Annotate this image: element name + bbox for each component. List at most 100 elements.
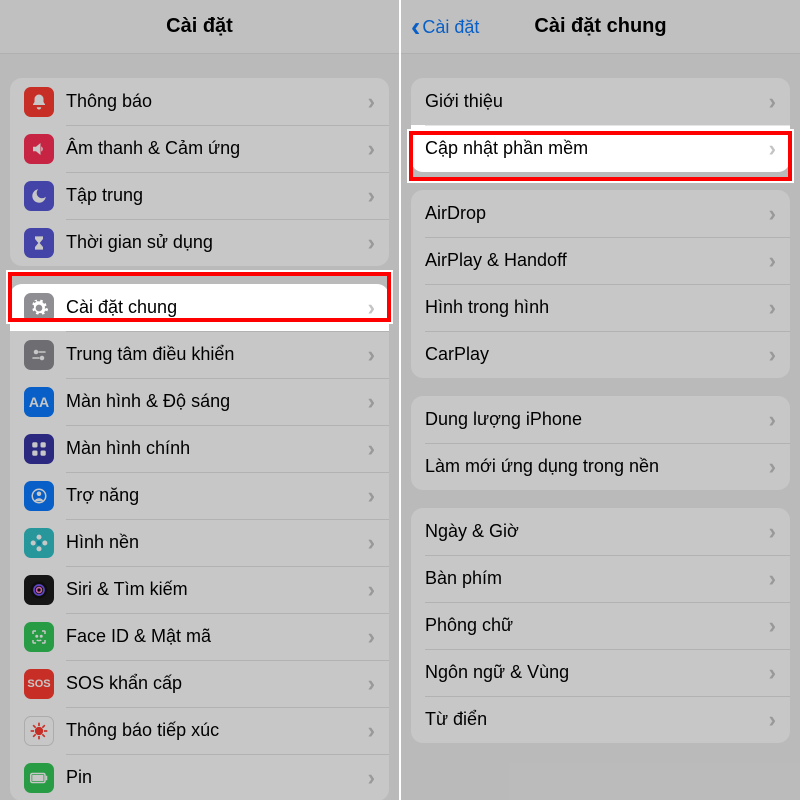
chevron-left-icon: ‹ — [411, 13, 420, 41]
chevron-right-icon: › — [769, 248, 776, 274]
chevron-right-icon: › — [769, 342, 776, 368]
chevron-right-icon: › — [368, 389, 375, 415]
row-battery[interactable]: Pin› — [10, 754, 389, 800]
row-control[interactable]: Trung tâm điều khiển› — [10, 331, 389, 378]
row-label: Màn hình chính — [66, 438, 368, 459]
general-group: AirDrop›AirPlay & Handoff›Hình trong hìn… — [411, 190, 790, 378]
row-label: SOS khẩn cấp — [66, 673, 368, 694]
chevron-right-icon: › — [368, 436, 375, 462]
row-access[interactable]: Trợ năng› — [10, 472, 389, 519]
row-focus[interactable]: Tập trung› — [10, 172, 389, 219]
person-icon — [24, 481, 54, 511]
settings-group: Thông báo›Âm thanh & Cảm ứng›Tập trung›T… — [10, 78, 389, 266]
row-home[interactable]: Màn hình chính› — [10, 425, 389, 472]
flower-icon — [24, 528, 54, 558]
row-storage[interactable]: Dung lượng iPhone› — [411, 396, 790, 443]
chevron-right-icon: › — [769, 89, 776, 115]
row-label: Thông báo tiếp xúc — [66, 720, 368, 741]
chevron-right-icon: › — [769, 454, 776, 480]
row-label: Tập trung — [66, 185, 368, 206]
settings-group: Cài đặt chung›Trung tâm điều khiển›AAMàn… — [10, 284, 389, 800]
settings-title: Cài đặt — [166, 15, 233, 38]
row-label: Màn hình & Độ sáng — [66, 391, 368, 412]
row-update[interactable]: Cập nhật phần mềm› — [411, 125, 790, 172]
row-font[interactable]: Phông chữ› — [411, 602, 790, 649]
row-airplay[interactable]: AirPlay & Handoff› — [411, 237, 790, 284]
chevron-right-icon: › — [368, 230, 375, 256]
row-label: Pin — [66, 767, 368, 788]
row-faceid[interactable]: Face ID & Mật mã› — [10, 613, 389, 660]
general-header: ‹ Cài đặt Cài đặt chung — [401, 0, 800, 54]
row-label: Trung tâm điều khiển — [66, 344, 368, 365]
chevron-right-icon: › — [769, 660, 776, 686]
row-datetime[interactable]: Ngày & Giờ› — [411, 508, 790, 555]
row-general[interactable]: Cài đặt chung› — [10, 284, 389, 331]
chevron-right-icon: › — [368, 624, 375, 650]
row-dict[interactable]: Từ điển› — [411, 696, 790, 743]
chevron-right-icon: › — [769, 519, 776, 545]
bell-icon — [24, 87, 54, 117]
gear-icon — [24, 293, 54, 323]
row-label: Bàn phím — [425, 568, 769, 589]
row-label: Từ điển — [425, 709, 769, 730]
chevron-right-icon: › — [368, 530, 375, 556]
faceid-icon — [24, 622, 54, 652]
row-about[interactable]: Giới thiệu› — [411, 78, 790, 125]
row-display[interactable]: AA Màn hình & Độ sáng› — [10, 378, 389, 425]
row-sos[interactable]: SOSSOS khẩn cấp› — [10, 660, 389, 707]
row-exposure[interactable]: Thông báo tiếp xúc› — [10, 707, 389, 754]
row-siri[interactable]: Siri & Tìm kiếm› — [10, 566, 389, 613]
row-wallpaper[interactable]: Hình nền› — [10, 519, 389, 566]
switches-icon — [24, 340, 54, 370]
row-label: Cập nhật phần mềm — [425, 138, 769, 159]
hourglass-icon — [24, 228, 54, 258]
settings-screen: Cài đặt Thông báo›Âm thanh & Cảm ứng›Tập… — [0, 0, 399, 800]
virus-icon — [24, 716, 54, 746]
row-label: Làm mới ứng dụng trong nền — [425, 456, 769, 477]
row-label: Siri & Tìm kiếm — [66, 579, 368, 600]
chevron-right-icon: › — [368, 765, 375, 791]
speaker-icon — [24, 134, 54, 164]
row-label: Ngôn ngữ & Vùng — [425, 662, 769, 683]
row-label: Cài đặt chung — [66, 297, 368, 318]
row-label: AirDrop — [425, 203, 769, 224]
row-bgrefresh[interactable]: Làm mới ứng dụng trong nền› — [411, 443, 790, 490]
aa-icon: AA — [24, 387, 54, 417]
general-group: Giới thiệu›Cập nhật phần mềm› — [411, 78, 790, 172]
back-label: Cài đặt — [422, 17, 479, 38]
chevron-right-icon: › — [368, 483, 375, 509]
general-title: Cài đặt chung — [534, 15, 666, 38]
row-pip[interactable]: Hình trong hình› — [411, 284, 790, 331]
row-label: Hình trong hình — [425, 297, 769, 318]
row-label: Thông báo — [66, 91, 368, 112]
row-keyboard[interactable]: Bàn phím› — [411, 555, 790, 602]
chevron-right-icon: › — [769, 407, 776, 433]
back-button[interactable]: ‹ Cài đặt — [411, 0, 479, 54]
grid-icon — [24, 434, 54, 464]
row-notifications[interactable]: Thông báo› — [10, 78, 389, 125]
chevron-right-icon: › — [769, 201, 776, 227]
battery-icon — [24, 763, 54, 793]
row-airdrop[interactable]: AirDrop› — [411, 190, 790, 237]
row-label: Phông chữ — [425, 615, 769, 636]
chevron-right-icon: › — [769, 136, 776, 162]
row-label: Ngày & Giờ — [425, 521, 769, 542]
row-screentime[interactable]: Thời gian sử dụng› — [10, 219, 389, 266]
chevron-right-icon: › — [368, 136, 375, 162]
row-language[interactable]: Ngôn ngữ & Vùng› — [411, 649, 790, 696]
settings-header: Cài đặt — [0, 0, 399, 54]
row-carplay[interactable]: CarPlay› — [411, 331, 790, 378]
row-label: Thời gian sử dụng — [66, 232, 368, 253]
general-screen: ‹ Cài đặt Cài đặt chung Giới thiệu›Cập n… — [401, 0, 800, 800]
general-group: Ngày & Giờ›Bàn phím›Phông chữ›Ngôn ngữ &… — [411, 508, 790, 743]
siri-icon — [24, 575, 54, 605]
general-group: Dung lượng iPhone›Làm mới ứng dụng trong… — [411, 396, 790, 490]
sos-icon: SOS — [24, 669, 54, 699]
chevron-right-icon: › — [368, 718, 375, 744]
row-sounds[interactable]: Âm thanh & Cảm ứng› — [10, 125, 389, 172]
chevron-right-icon: › — [368, 295, 375, 321]
moon-icon — [24, 181, 54, 211]
row-label: Âm thanh & Cảm ứng — [66, 138, 368, 159]
row-label: AirPlay & Handoff — [425, 250, 769, 271]
chevron-right-icon: › — [368, 89, 375, 115]
